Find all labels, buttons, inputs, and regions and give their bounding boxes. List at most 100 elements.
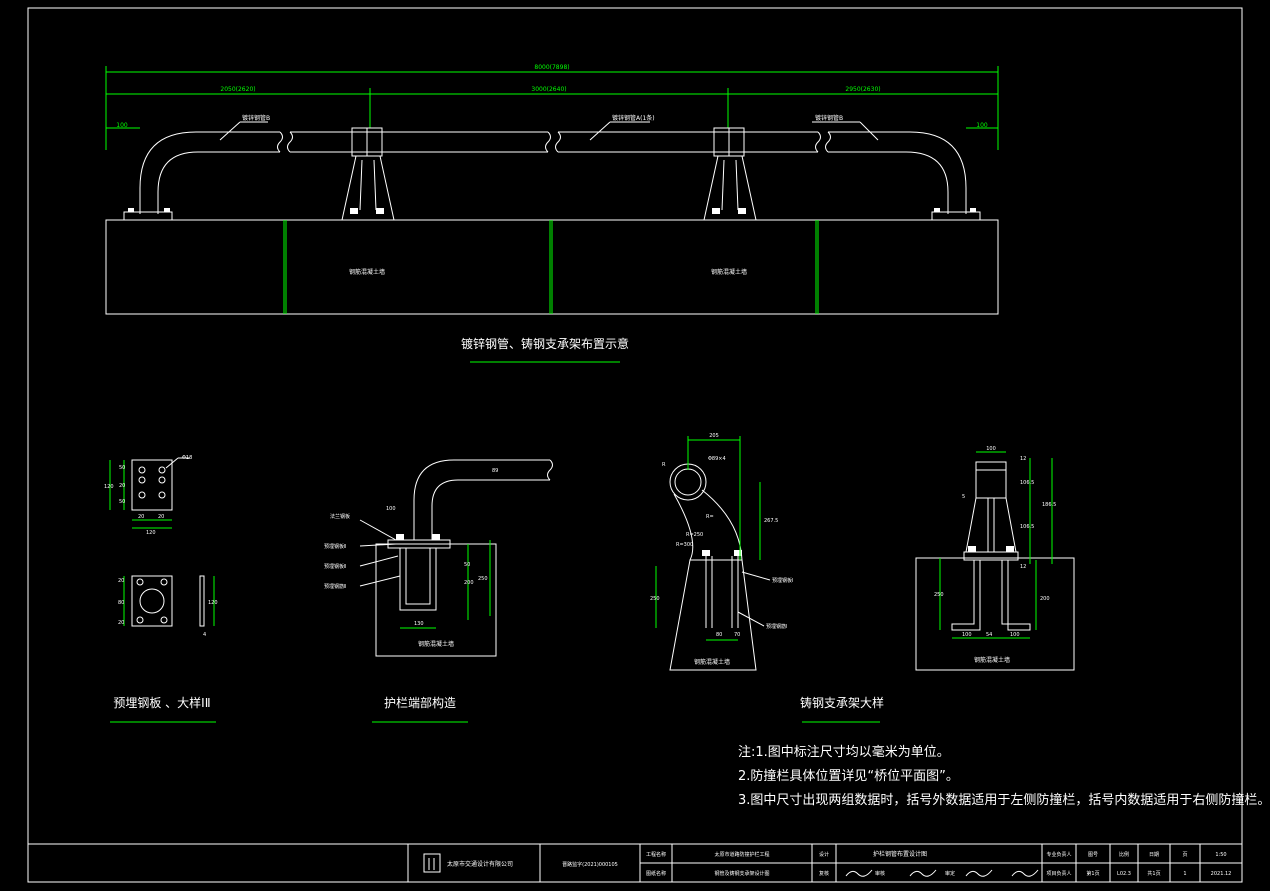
project-code: 晋路监字(2021)000105 bbox=[562, 861, 618, 868]
layout-elevation: 8000(7898) 2050(2620) 3000(2640) 2950(26… bbox=[105, 64, 999, 315]
title-end: 护栏端部构造 bbox=[384, 695, 456, 710]
tb-c2: 图纸名称 bbox=[646, 870, 666, 877]
front-dim-s4: 186.5 bbox=[1042, 502, 1056, 508]
title-plate: 预埋钢板 、大样ⅠⅡ bbox=[113, 695, 210, 710]
tb-c12: 页 bbox=[1182, 852, 1187, 858]
end-dim-v1: 50 bbox=[464, 562, 470, 568]
front-dim-h250: 250 bbox=[934, 592, 944, 598]
tb-c5: 审核 bbox=[875, 870, 885, 877]
tb-date: 2021.12 bbox=[1211, 871, 1232, 877]
end-label-rebar: 预埋钢筋Ⅱ bbox=[324, 583, 346, 590]
plate-dim-b1: 20 bbox=[118, 578, 124, 584]
company-name: 太原市交通设计有限公司 bbox=[447, 860, 513, 868]
end-dim-top: 100 bbox=[386, 506, 396, 512]
front-dim-s2: 106.5 bbox=[1020, 480, 1034, 486]
tb-c1v: 太原市道路防撞护栏工程 bbox=[714, 851, 769, 858]
tb-page: 1 bbox=[1183, 871, 1186, 877]
front-dim-f2: 54 bbox=[986, 632, 992, 638]
support-label-r: R bbox=[662, 462, 666, 468]
plate-dim-b3: 20 bbox=[118, 620, 124, 626]
tb-c3: 设计 bbox=[819, 851, 829, 858]
tb-c7: 专业负责人 bbox=[1046, 851, 1071, 858]
tb-c11: 日期 bbox=[1149, 852, 1159, 858]
dim-right: 2950(2630) bbox=[845, 86, 880, 93]
note-3: 3.图中尺寸出现两组数据时，括号外数据适用于左侧防撞栏，括号内数据适用于右侧防撞… bbox=[738, 792, 1270, 808]
front-label-wall: 钢筋混凝土墙 bbox=[974, 656, 1010, 664]
front-dim-top: 100 bbox=[986, 446, 996, 452]
end-dim-bot: 130 bbox=[414, 621, 424, 627]
plate-dim-d2: 20 bbox=[119, 483, 125, 489]
support-dim-205: 205 bbox=[709, 433, 719, 439]
front-dim-e: 5 bbox=[962, 494, 965, 500]
end-label-plate-2: 预埋钢板Ⅱ bbox=[324, 563, 346, 570]
front-dim-s3: 106.5 bbox=[1020, 524, 1034, 530]
plate-dim-bh: 120 bbox=[208, 600, 218, 606]
dim-end-right: 100 bbox=[976, 122, 988, 129]
end-dim-d: 89 bbox=[492, 468, 498, 474]
tb-c10: 比例 bbox=[1119, 851, 1129, 858]
plate-dim-d1: 50 bbox=[119, 465, 125, 471]
end-structure-detail: 50 200 250 130 100 89 法兰钢板 预埋钢板Ⅱ 预埋钢板Ⅱ 预… bbox=[324, 459, 553, 657]
tb-sheet-1: 第1页 bbox=[1086, 870, 1099, 877]
signature-2 bbox=[909, 869, 937, 877]
tb-c9: 图号 bbox=[1088, 852, 1098, 858]
support-dim-70: 70 bbox=[734, 632, 740, 638]
tb-scale: 1:50 bbox=[1215, 852, 1226, 858]
plate-dim-wt: 120 bbox=[146, 530, 156, 536]
tb-sheet-2: 共1页 bbox=[1147, 870, 1160, 877]
note-2: 2.防撞栏具体位置详见“桥位平面图”。 bbox=[738, 768, 959, 784]
plate-dim-b2: 80 bbox=[118, 600, 124, 606]
dim-total: 8000(7898) bbox=[534, 64, 569, 71]
support-label-r2: R= bbox=[706, 514, 714, 520]
plate-dim-w2: 20 bbox=[158, 514, 164, 520]
end-label-wall: 钢筋混凝土墙 bbox=[418, 640, 454, 648]
note-1: 注:1.图中标注尺寸均以毫米为单位。 bbox=[738, 744, 950, 760]
support-dim-250: 250 bbox=[650, 596, 660, 602]
embedded-plate-detail: 50 20 50 120 20 20 120 Φ18 20 80 20 120 … bbox=[104, 455, 218, 638]
front-dim-f3: 100 bbox=[1010, 632, 1020, 638]
front-dim-s5: 12 bbox=[1020, 564, 1026, 570]
front-dim-s1: 12 bbox=[1020, 456, 1026, 462]
support-label-wall: 钢筋混凝土墙 bbox=[694, 658, 730, 666]
tb-no: L02.3 bbox=[1117, 871, 1131, 877]
end-label-flange: 法兰钢板 bbox=[330, 513, 350, 520]
tb-c2v: 钢管及铸钢支承架设计图 bbox=[714, 870, 769, 877]
support-front-detail: 100 12 106.5 106.5 186.5 12 250 200 100 … bbox=[915, 446, 1075, 671]
support-dim-267: 267.5 bbox=[764, 518, 778, 524]
dim-end-left: 100 bbox=[116, 122, 128, 129]
tb-c6: 审定 bbox=[945, 870, 955, 877]
support-label-rebar: 预埋钢筋Ⅰ bbox=[766, 623, 787, 630]
label-wall-2: 钢筋混凝土墙 bbox=[711, 268, 747, 276]
label-wall-1: 钢筋混凝土墙 bbox=[349, 268, 385, 276]
support-label-plate: 预埋钢板Ⅰ bbox=[772, 577, 793, 584]
end-dim-v2: 200 bbox=[464, 580, 474, 586]
plate-dim-d3: 50 bbox=[119, 499, 125, 505]
title-layout: 镀锌钢管、铸钢支承架布置示意 bbox=[461, 336, 629, 351]
title-block: 太原市交通设计有限公司 晋路监字(2021)000105 工程名称 太原市道路防… bbox=[407, 844, 1242, 882]
label-pipe-a: 镀锌钢管A(1条) bbox=[612, 114, 655, 122]
support-dim-80: 80 bbox=[716, 632, 722, 638]
signature-3 bbox=[965, 869, 993, 877]
plate-dim-h: 120 bbox=[104, 484, 114, 490]
tb-c8: 项目负责人 bbox=[1046, 870, 1071, 877]
plate-dim-w1: 20 bbox=[138, 514, 144, 520]
tb-c1: 工程名称 bbox=[646, 851, 666, 858]
title-support: 铸钢支承架大样 bbox=[800, 695, 884, 710]
signature-1 bbox=[845, 869, 873, 877]
end-dim-v3: 250 bbox=[478, 576, 488, 582]
front-dim-f1: 100 bbox=[962, 632, 972, 638]
front-dim-h200: 200 bbox=[1040, 596, 1050, 602]
end-label-plate-1: 预埋钢板Ⅱ bbox=[324, 543, 346, 550]
label-pipe-b-left: 镀锌钢管B bbox=[242, 114, 270, 122]
dim-left: 2050(2620) bbox=[220, 86, 255, 93]
tb-top-title: 护栏钢管布置设计图 bbox=[873, 850, 927, 858]
company-logo bbox=[423, 853, 441, 873]
drawing-canvas: 8000(7898) 2050(2620) 3000(2640) 2950(26… bbox=[27, 7, 1270, 883]
drawing-frame bbox=[27, 7, 1243, 883]
support-dim-r250: R=250 bbox=[686, 532, 703, 538]
signature-4 bbox=[1011, 869, 1039, 877]
plate-dim-t: 4 bbox=[203, 632, 206, 638]
dim-middle: 3000(2640) bbox=[531, 86, 566, 93]
support-side-detail: 205 Φ89×4 R R= 267.5 R=250 R=300 250 80 … bbox=[650, 433, 793, 671]
support-dim-r300: R=300 bbox=[676, 542, 693, 548]
